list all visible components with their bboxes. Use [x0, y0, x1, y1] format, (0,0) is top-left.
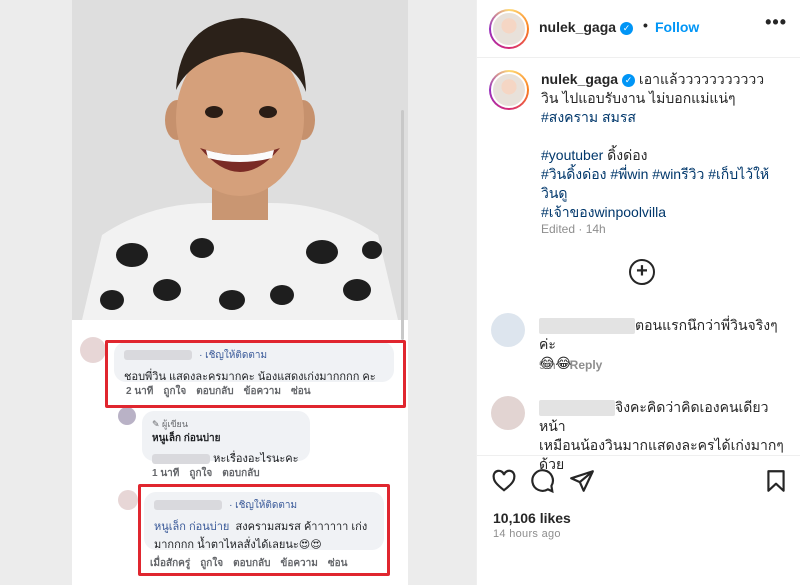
hashtag-link[interactable]: สมรส — [602, 109, 636, 125]
child-photo — [72, 0, 408, 320]
fb-comment-2: ✎ ผู้เขียน หนูเล็ก ก่อนบ่าย หะเรื่องอะไร… — [142, 411, 310, 465]
blurred-username — [539, 318, 635, 335]
add-comment-icon[interactable]: + — [629, 259, 655, 285]
hashtag-link[interactable]: วินดู — [541, 185, 568, 201]
fb-author-tag: ✎ ผู้เขียน — [152, 419, 188, 429]
fb-author-avatar — [118, 407, 136, 425]
reply-button[interactable]: Reply — [570, 358, 603, 372]
caption-username[interactable]: nulek_gaga — [541, 71, 618, 87]
caption-avatar[interactable] — [489, 70, 529, 110]
follow-button[interactable]: Follow — [655, 19, 699, 35]
edited-timestamp: Edited · 14h — [541, 222, 606, 236]
comment-meta: 9m Reply — [539, 358, 603, 372]
verified-badge-icon: ✓ — [620, 22, 634, 35]
heart-icon[interactable] — [491, 468, 517, 494]
post-actions-bar — [477, 455, 800, 505]
post-caption: nulek_gaga ✓ เอาแล้ววววววววววว วิน ไปแอบร… — [541, 71, 770, 220]
like-count[interactable]: 10,106 likes — [493, 510, 571, 526]
post-view: · เชิญให้ติดตาม ชอบพี่วิน แสดงละครมากคะ … — [0, 0, 800, 585]
bookmark-icon[interactable] — [763, 468, 789, 494]
author-avatar[interactable] — [489, 9, 529, 49]
blurred-username — [539, 400, 615, 417]
post-timestamp: 14 hours ago — [493, 528, 561, 540]
author-username[interactable]: nulek_gaga ✓ — [539, 19, 634, 35]
fb-avatar-blur — [80, 337, 106, 363]
share-icon[interactable] — [569, 468, 595, 494]
hashtag-link[interactable]: #เก็บไว้ให้ — [708, 166, 769, 182]
hashtag-link[interactable]: #วินดิ้งด่อง — [541, 166, 606, 182]
hashtag-link[interactable]: #เจ้าของwinpoolvilla — [541, 204, 666, 220]
hashtag-link[interactable]: #youtuber — [541, 147, 603, 163]
fb-comment-text: หะเรื่องอะไรนะคะ — [213, 453, 299, 465]
post-sidebar: nulek_gaga ✓ • Follow ••• nulek_gaga ✓ เอา… — [476, 0, 800, 585]
verified-badge-icon: ✓ — [622, 74, 636, 87]
media-scrollbar[interactable] — [401, 110, 404, 340]
comment-icon[interactable] — [529, 468, 555, 494]
more-options-icon[interactable]: ••• — [765, 12, 787, 33]
dot-separator: • — [643, 17, 648, 33]
post-media[interactable]: · เชิญให้ติดตาม ชอบพี่วิน แสดงละครมากคะ … — [0, 0, 476, 585]
post-header: nulek_gaga ✓ • Follow ••• — [477, 0, 800, 58]
fb-avatar-blur — [118, 490, 138, 510]
fb-author-name: หนูเล็ก ก่อนบ่าย — [152, 433, 221, 444]
commenter-avatar[interactable] — [491, 313, 525, 347]
hashtag-link[interactable]: #พี่win — [610, 166, 648, 182]
hashtag-link[interactable]: #สงคราม — [541, 109, 598, 125]
commenter-avatar[interactable] — [491, 396, 525, 430]
fb-comment-meta: 1 นาที ถูกใจ ตอบกลับ — [152, 468, 260, 479]
hashtag-link[interactable]: #winรีวิว — [652, 166, 704, 182]
highlight-box — [105, 340, 406, 408]
highlight-box — [138, 484, 390, 576]
